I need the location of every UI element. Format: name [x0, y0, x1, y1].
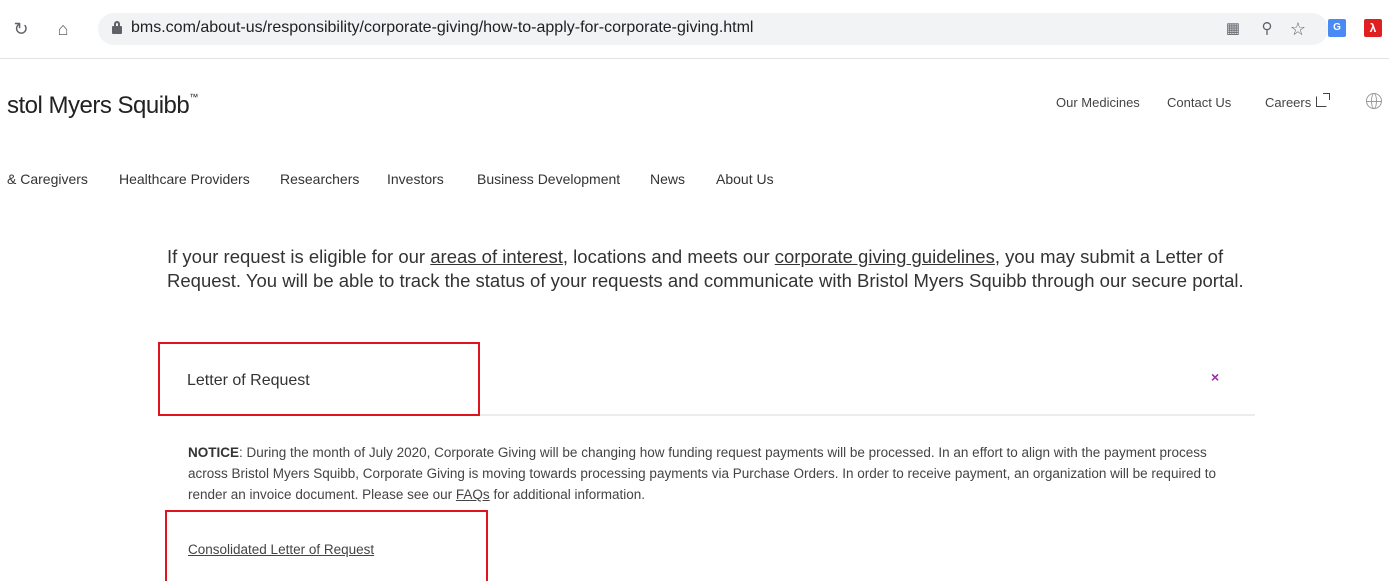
reload-icon[interactable]: ↻: [10, 18, 32, 40]
nav-investors[interactable]: Investors: [387, 171, 444, 187]
nav-business-development[interactable]: Business Development: [477, 171, 620, 187]
intro-text-2: , locations and meets our: [562, 246, 775, 267]
our-medicines-link[interactable]: Our Medicines: [1056, 95, 1140, 110]
corporate-giving-guidelines-link[interactable]: corporate giving guidelines: [775, 246, 995, 267]
nav-about-us[interactable]: About Us: [716, 171, 774, 187]
translate-extension-icon[interactable]: G: [1328, 19, 1346, 37]
external-link-icon: [1316, 93, 1331, 107]
qr-code-icon[interactable]: ▦: [1223, 19, 1243, 39]
faqs-link[interactable]: FAQs: [456, 487, 490, 502]
intro-text-1: If your request is eligible for our: [167, 246, 431, 267]
star-icon[interactable]: ☆: [1288, 19, 1308, 39]
nav-researchers[interactable]: Researchers: [280, 171, 359, 187]
nav-healthcare-providers[interactable]: Healthcare Providers: [119, 171, 250, 187]
close-icon[interactable]: ×: [1211, 369, 1219, 385]
trademark-mark: ™: [189, 92, 198, 102]
careers-label: Careers: [1265, 95, 1312, 110]
careers-link[interactable]: Careers: [1265, 93, 1331, 110]
contact-us-link[interactable]: Contact Us: [1167, 95, 1231, 110]
lock-icon[interactable]: [112, 21, 122, 34]
nav-news[interactable]: News: [650, 171, 685, 187]
notice-paragraph: NOTICE: During the month of July 2020, C…: [188, 442, 1248, 505]
globe-icon[interactable]: [1366, 93, 1382, 109]
notice-label: NOTICE: [188, 445, 240, 460]
highlight-box-letter-of-request: [158, 342, 480, 416]
pdf-extension-icon[interactable]: λ: [1364, 19, 1382, 37]
notice-text-end: for additional information.: [489, 487, 646, 502]
home-icon[interactable]: ⌂: [52, 18, 74, 40]
url-text: bms.com/about-us/responsibility/corporat…: [131, 19, 754, 36]
notice-text: : During the month of July 2020, Corpora…: [188, 445, 1216, 502]
address-bar[interactable]: bms.com/about-us/responsibility/corporat…: [98, 13, 1328, 45]
areas-of-interest-link[interactable]: areas of interest: [430, 246, 563, 267]
logo-text: stol Myers Squibb: [7, 92, 190, 119]
nav-patients-caregivers[interactable]: & Caregivers: [7, 171, 88, 187]
highlight-box-consolidated: [165, 510, 488, 581]
browser-toolbar: ↻ ⌂ bms.com/about-us/responsibility/corp…: [0, 0, 1389, 59]
zoom-icon[interactable]: ⚲: [1257, 19, 1277, 39]
logo[interactable]: stol Myers Squibb™: [7, 92, 198, 120]
intro-paragraph: If your request is eligible for our area…: [167, 245, 1257, 293]
